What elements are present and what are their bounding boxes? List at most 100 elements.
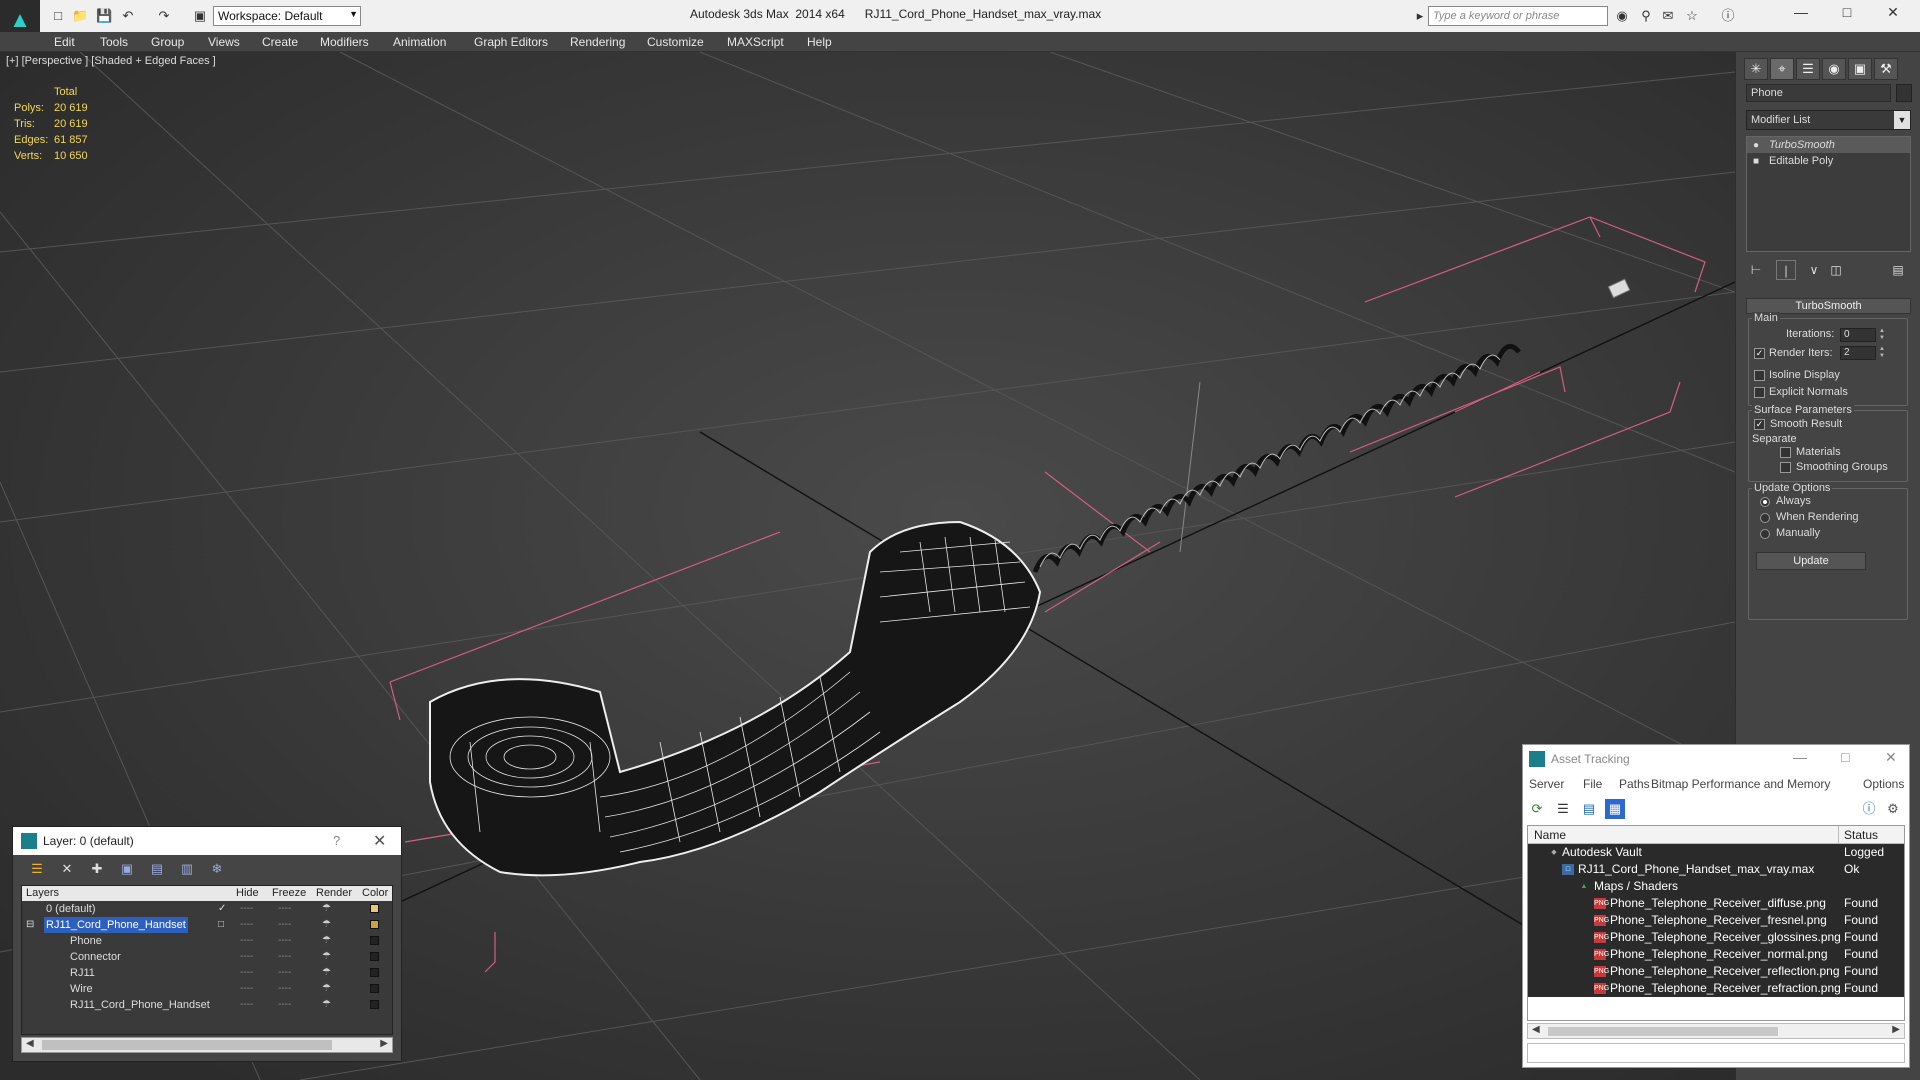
render-teapot-icon[interactable]: ☂ (322, 933, 331, 949)
col-layers[interactable]: Layers (26, 887, 59, 899)
hide-cell[interactable]: ---- (240, 949, 253, 965)
col-color[interactable]: Color (362, 887, 388, 899)
binoculars-icon[interactable]: ◉ (1614, 8, 1630, 24)
minimize-icon[interactable]: — (1786, 4, 1816, 24)
object-color-swatch[interactable] (370, 1000, 379, 1009)
help-icon[interactable]: ⓘ (1720, 8, 1736, 24)
layer-object-row[interactable]: Wire ---- ---- ☂ (22, 981, 392, 997)
layer-row-selected[interactable]: ⊟ RJ11_Cord_Phone_Handset □ ---- ---- ☂ (22, 917, 392, 933)
freeze-cell[interactable]: ---- (278, 933, 291, 949)
save-file-icon[interactable]: 💾 (96, 8, 112, 24)
collapse-minus-icon[interactable]: ⊟ (26, 917, 34, 933)
vault-options-icon[interactable]: ⚙ (1883, 799, 1903, 819)
modifier-list-dropdown[interactable]: Modifier List ▼ (1746, 110, 1911, 130)
redo-icon[interactable]: ↷ (156, 8, 172, 24)
isoline-checkbox[interactable] (1754, 370, 1765, 381)
layer-color-swatch[interactable] (370, 920, 379, 929)
menu-rendering[interactable]: Rendering (570, 35, 625, 49)
help-icon[interactable]: ? (333, 833, 340, 848)
asset-menu-options[interactable]: Options (1863, 777, 1904, 791)
menu-graph-editors[interactable]: Graph Editors (474, 35, 548, 49)
asset-row[interactable]: ▲ Maps / Shaders (1528, 878, 1904, 895)
freeze-cell[interactable]: ---- (278, 965, 291, 981)
smooth-result-checkbox[interactable]: ✓ (1754, 419, 1765, 430)
viewport-label[interactable]: [+] [Perspective ] [Shaded + Edged Faces… (6, 55, 216, 67)
layer-object-row[interactable]: Connector ---- ---- ☂ (22, 949, 392, 965)
close-icon[interactable]: ✕ (373, 831, 386, 851)
render-teapot-icon[interactable]: ☂ (322, 901, 331, 917)
spinner-arrows-icon[interactable]: ▲ ▼ (1878, 346, 1886, 360)
manually-radio[interactable] (1760, 529, 1770, 539)
layer-color-swatch[interactable] (370, 904, 379, 913)
hide-cell[interactable]: ---- (240, 981, 253, 997)
maximize-icon[interactable]: □ (1832, 4, 1862, 24)
asset-menu-paths[interactable]: Paths (1619, 777, 1650, 791)
asset-row[interactable]: PNG Phone_Telephone_Receiver_fresnel.png… (1528, 912, 1904, 929)
iterations-spinner[interactable]: 0 (1840, 328, 1876, 342)
col-hide[interactable]: Hide (236, 887, 259, 899)
layer-object-row[interactable]: RJ11_Cord_Phone_Handset ---- ---- ☂ (22, 997, 392, 1013)
hide-cell[interactable]: ---- (240, 901, 253, 917)
menu-group[interactable]: Group (151, 35, 184, 49)
always-radio[interactable] (1760, 497, 1770, 507)
freeze-cell[interactable]: ---- (278, 981, 291, 997)
table-view-icon[interactable]: ▦ (1605, 799, 1625, 819)
hide-all-icon[interactable]: ▥ (177, 859, 197, 879)
layer-horizontal-scrollbar[interactable]: ◀ ▶ (21, 1037, 393, 1053)
explicit-normals-checkbox[interactable] (1754, 387, 1765, 398)
hide-cell[interactable]: ---- (240, 965, 253, 981)
when-rendering-radio[interactable] (1760, 513, 1770, 523)
menu-animation[interactable]: Animation (393, 35, 446, 49)
pin-stack-icon[interactable]: ⊢ (1746, 260, 1766, 280)
asset-menu-bitmap-performance[interactable]: Bitmap Performance and Memory (1651, 777, 1830, 791)
col-status[interactable]: Status (1844, 828, 1878, 842)
scroll-right-icon[interactable]: ▶ (380, 1038, 388, 1049)
maximize-icon[interactable]: □ (1841, 749, 1849, 765)
menu-maxscript[interactable]: MAXScript (727, 35, 784, 49)
subscription-icon[interactable]: ⚲ (1638, 8, 1654, 24)
scroll-right-icon[interactable]: ▶ (1892, 1024, 1900, 1035)
scroll-left-icon[interactable]: ◀ (1532, 1024, 1540, 1035)
layer-object-row[interactable]: Phone ---- ---- ☂ (22, 933, 392, 949)
lightbulb-icon[interactable]: ● (1753, 138, 1759, 154)
asset-horizontal-scrollbar[interactable]: ◀ ▶ (1527, 1023, 1905, 1039)
scrollbar-thumb[interactable] (1548, 1027, 1778, 1036)
update-button[interactable]: Update (1756, 552, 1866, 570)
layer-object-row[interactable]: RJ11 ---- ---- ☂ (22, 965, 392, 981)
undo-icon[interactable]: ↶ (120, 8, 136, 24)
close-icon[interactable]: ✕ (1878, 4, 1908, 24)
add-to-layer-icon[interactable]: ✚ (87, 859, 107, 879)
refresh-icon[interactable]: ⟳ (1527, 799, 1547, 819)
remove-modifier-icon[interactable]: ◫ (1826, 260, 1846, 280)
layer-row[interactable]: 0 (default) ✓ ---- ---- ☂ (22, 901, 392, 917)
object-color-swatch[interactable] (370, 952, 379, 961)
render-teapot-icon[interactable]: ☂ (322, 949, 331, 965)
freeze-cell[interactable]: ---- (278, 997, 291, 1013)
menu-help[interactable]: Help (807, 35, 832, 49)
display-tab-icon[interactable]: ▣ (1848, 58, 1872, 80)
render-teapot-icon[interactable]: ☂ (322, 981, 331, 997)
list-view-icon[interactable]: ☰ (1553, 799, 1573, 819)
object-color-swatch[interactable] (370, 984, 379, 993)
highlight-layer-icon[interactable]: ▤ (147, 859, 167, 879)
open-file-icon[interactable]: 📁 (72, 8, 88, 24)
search-expand-icon[interactable]: ▸ (1412, 8, 1428, 24)
thumbnail-view-icon[interactable]: ▤ (1579, 799, 1599, 819)
stack-item-editable-poly[interactable]: ■ Editable Poly (1747, 153, 1910, 169)
add-selection-icon[interactable]: □ (218, 917, 224, 933)
hide-cell[interactable]: ---- (240, 997, 253, 1013)
active-check-icon[interactable]: ✓ (218, 901, 226, 917)
menu-create[interactable]: Create (262, 35, 298, 49)
asset-row[interactable]: PNG Phone_Telephone_Receiver_normal.png … (1528, 946, 1904, 963)
freeze-cell[interactable]: ---- (278, 917, 291, 933)
configure-modifier-sets-icon[interactable]: ▤ (1888, 260, 1908, 280)
hide-cell[interactable]: ---- (240, 917, 253, 933)
project-folder-icon[interactable]: ▣ (192, 8, 208, 24)
object-color-swatch[interactable] (1896, 84, 1912, 102)
asset-row[interactable]: □ RJ11_Cord_Phone_Handset_max_vray.max O… (1528, 861, 1904, 878)
asset-menu-server[interactable]: Server (1529, 777, 1564, 791)
materials-checkbox[interactable] (1780, 447, 1791, 458)
help-icon[interactable]: ⓘ (1859, 799, 1879, 819)
close-icon[interactable]: ✕ (1885, 749, 1897, 766)
object-name-field[interactable]: Phone (1746, 84, 1891, 102)
